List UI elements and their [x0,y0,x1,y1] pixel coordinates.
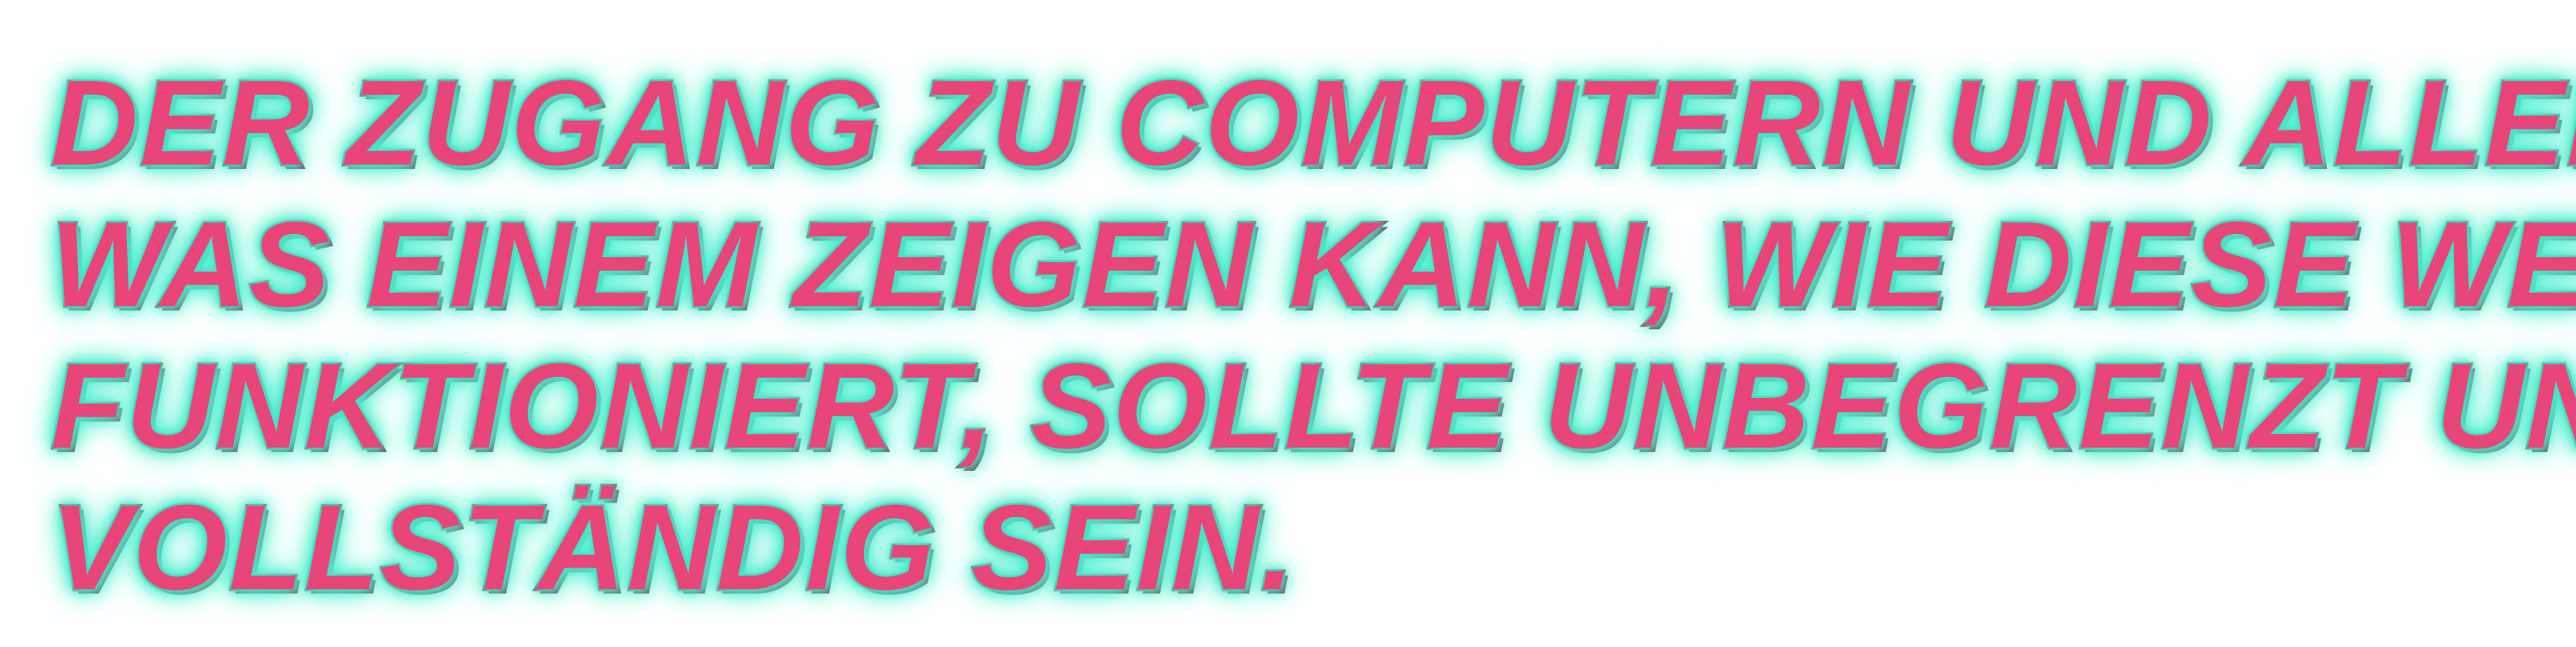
headline-line-4: VOLLSTÄNDIG SEIN. [49,478,1296,617]
poster-canvas: DER ZUGANG ZU COMPUTERN UND ALLEM, WAS E… [0,0,2576,647]
headline: DER ZUGANG ZU COMPUTERN UND ALLEM, WAS E… [49,52,2576,618]
headline-line-1: DER ZUGANG ZU COMPUTERN UND ALLEM, [49,53,2576,193]
headline-line-2: WAS EINEM ZEIGEN KANN, WIE DIESE WELT [49,195,2576,334]
headline-line-3: FUNKTIONIERT, SOLLTE UNBEGRENZT UND [49,336,2576,476]
